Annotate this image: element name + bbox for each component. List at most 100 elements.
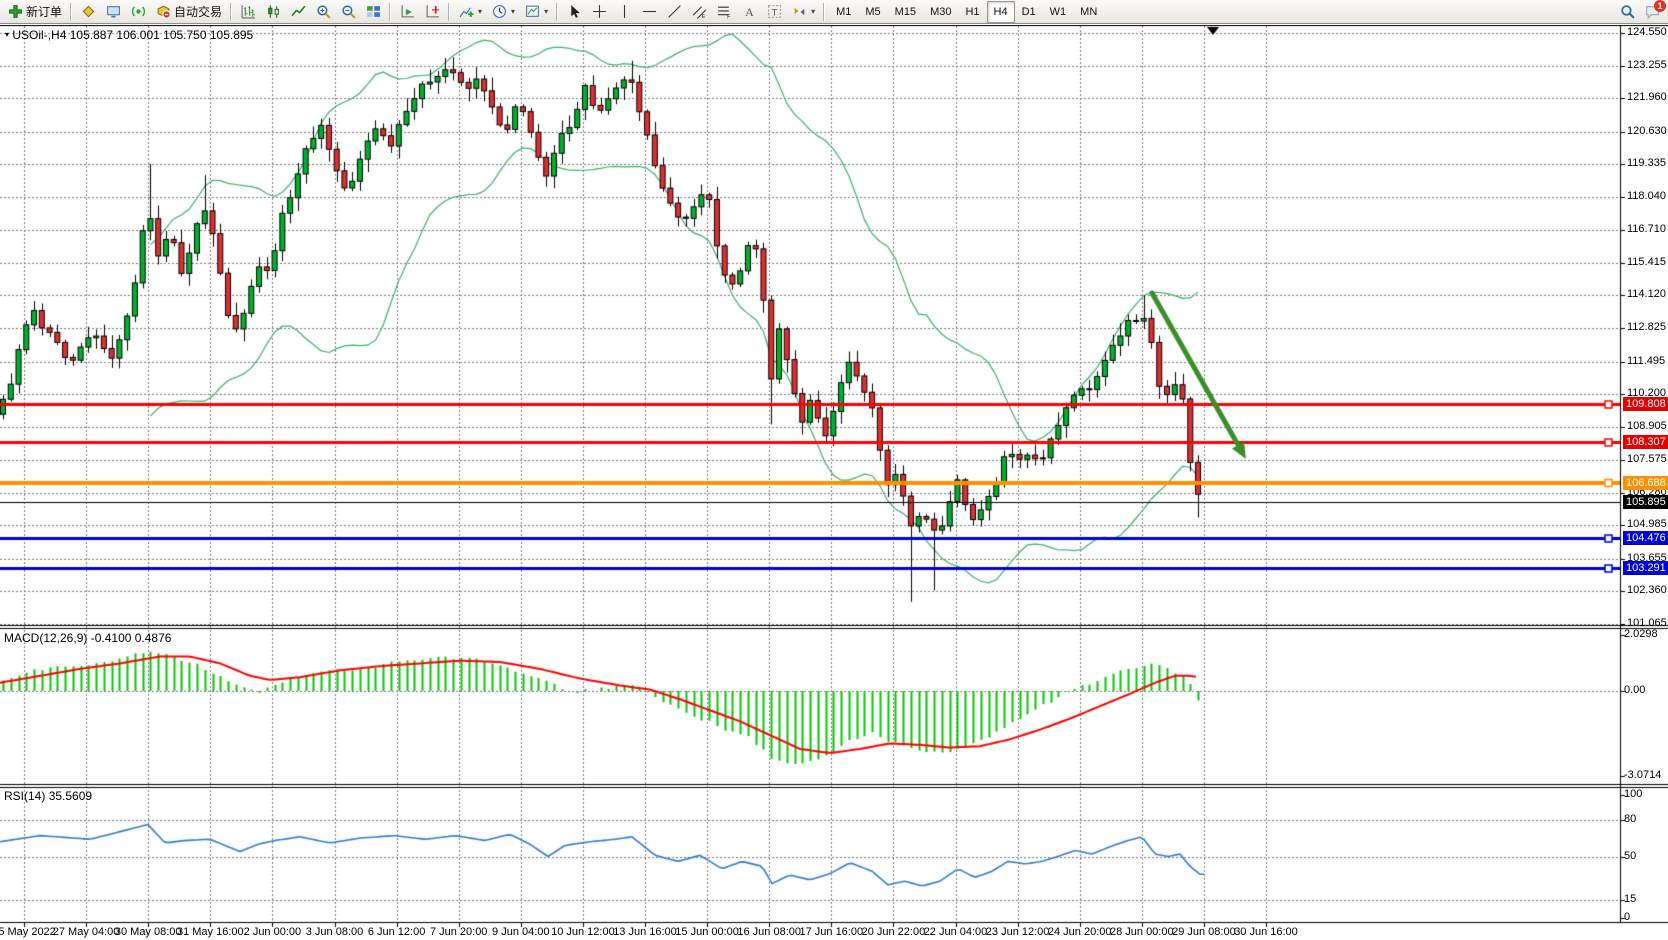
price-line-tag[interactable]: 105.895 bbox=[1623, 495, 1668, 509]
tf-h4-label: H4 bbox=[994, 6, 1008, 18]
rsi-axis-label: 50 bbox=[1624, 850, 1636, 862]
horizontal-line-button[interactable] bbox=[637, 1, 662, 23]
tile-windows-button[interactable] bbox=[361, 1, 386, 23]
tf-m15[interactable]: M15 bbox=[888, 1, 923, 23]
templates-button[interactable]: ▾ bbox=[520, 1, 553, 23]
price-axis-label: 115.415 bbox=[1627, 256, 1666, 268]
date-axis-label: 25 May 2022 bbox=[0, 926, 56, 938]
chart-area: ▾ USOil-,H4 105.887 106.001 105.750 105.… bbox=[0, 25, 1668, 940]
tf-m15-label: M15 bbox=[895, 6, 916, 18]
main-toolbar: 新订单 自动交易 ▾ ▾ ▾ EFAT ▾ M1 M5 M15 M30 H1 H4 D1W1MN 1 bbox=[0, 0, 1668, 24]
chartshift-icon bbox=[425, 4, 440, 19]
text-button[interactable]: A bbox=[737, 1, 762, 23]
auto-scroll-button[interactable] bbox=[395, 1, 420, 23]
date-axis-label: 30 May 08:00 bbox=[115, 926, 182, 938]
price-line-tag[interactable]: 109.808 bbox=[1623, 397, 1668, 411]
linechart-icon bbox=[291, 4, 306, 19]
tf-m1-label: M1 bbox=[836, 6, 851, 18]
date-axis-label: 20 Jun 22:00 bbox=[862, 926, 926, 938]
rsi-value: 35.5609 bbox=[49, 789, 92, 803]
tf-mn[interactable]: MN bbox=[1073, 1, 1104, 23]
chat-icon: 1 bbox=[1645, 4, 1660, 19]
search-button[interactable] bbox=[1615, 1, 1640, 23]
price-line-tag[interactable]: 108.307 bbox=[1623, 435, 1668, 449]
toolbar-separator bbox=[554, 3, 561, 21]
date-axis-label: 9 Jun 04:00 bbox=[492, 926, 550, 938]
zoom-out-button[interactable] bbox=[336, 1, 361, 23]
textT-icon: T bbox=[767, 4, 782, 19]
crosshair-button[interactable] bbox=[587, 1, 612, 23]
chart-shift-button[interactable] bbox=[420, 1, 445, 23]
chart-yellow-icon bbox=[81, 4, 96, 19]
indplus-icon bbox=[459, 4, 474, 19]
date-axis-label: 7 Jun 20:00 bbox=[430, 926, 488, 938]
cursor-button[interactable] bbox=[562, 1, 587, 23]
arrows-button[interactable]: ▾ bbox=[787, 1, 820, 23]
signal-icon bbox=[131, 4, 146, 19]
toolbar-group: 自动交易 bbox=[76, 1, 227, 23]
tf-d1[interactable]: D1 bbox=[1015, 1, 1043, 23]
price-line-tag[interactable]: 106.688 bbox=[1623, 476, 1668, 490]
macd-axis-label: 2.0298 bbox=[1624, 628, 1658, 640]
macd-indicator-label: MACD(12,26,9) -0.4100 0.4876 bbox=[4, 631, 171, 645]
tf-m1[interactable]: M1 bbox=[829, 1, 858, 23]
chart-symbol-period: USOil-,H4 bbox=[12, 28, 66, 42]
tf-w1[interactable]: W1 bbox=[1043, 1, 1074, 23]
text-label-button[interactable]: T bbox=[762, 1, 787, 23]
date-axis-label: 13 Jun 16:00 bbox=[613, 926, 677, 938]
chart-ohlc-readout: 105.887 106.001 105.750 105.895 bbox=[70, 28, 254, 42]
fibonacci-button[interactable]: F bbox=[712, 1, 737, 23]
macd-axis-label: -3.0714 bbox=[1624, 769, 1661, 781]
indicators-button[interactable]: ▾ bbox=[454, 1, 487, 23]
monitor-icon bbox=[106, 4, 121, 19]
price-axis-label: 108.905 bbox=[1627, 420, 1667, 432]
rsi-axis-label: 0 bbox=[1624, 911, 1630, 923]
profiles-button[interactable] bbox=[101, 1, 126, 23]
svg-text:T: T bbox=[772, 7, 778, 18]
tf-m5-label: M5 bbox=[865, 6, 880, 18]
chevron-down-icon[interactable]: ▾ bbox=[478, 7, 482, 16]
chevron-down-icon[interactable]: ▾ bbox=[511, 7, 515, 16]
new-chart-button[interactable] bbox=[76, 1, 101, 23]
vertical-line-button[interactable] bbox=[612, 1, 637, 23]
rsi-axis-label: 80 bbox=[1624, 813, 1636, 825]
new-order-button[interactable]: 新订单 bbox=[3, 1, 67, 23]
price-chart-canvas[interactable] bbox=[0, 25, 1668, 940]
notification-badge: 1 bbox=[1654, 0, 1666, 12]
tf-m30[interactable]: M30 bbox=[923, 1, 958, 23]
date-axis-label: 31 May 16:00 bbox=[177, 926, 244, 938]
chart-menu-icon[interactable]: ▾ bbox=[5, 30, 9, 39]
macd-axis-label: 0.00 bbox=[1624, 684, 1645, 696]
zoom-in-button[interactable] bbox=[311, 1, 336, 23]
price-line-tag[interactable]: 104.476 bbox=[1623, 531, 1668, 545]
line-chart-button[interactable] bbox=[286, 1, 311, 23]
price-line-tag[interactable]: 103.291 bbox=[1623, 561, 1668, 575]
price-axis-label: 118.040 bbox=[1627, 190, 1666, 202]
signals-button[interactable] bbox=[126, 1, 151, 23]
chevron-down-icon[interactable]: ▾ bbox=[544, 7, 548, 16]
date-axis-label: 10 Jun 12:00 bbox=[551, 926, 615, 938]
candlestick-chart-button[interactable] bbox=[261, 1, 286, 23]
hline-icon bbox=[642, 4, 657, 19]
trendline-button[interactable] bbox=[662, 1, 687, 23]
chevron-down-icon[interactable]: ▾ bbox=[811, 7, 815, 16]
date-axis-label: 3 Jun 08:00 bbox=[306, 926, 364, 938]
toolbar-separator bbox=[821, 3, 828, 21]
date-axis-label: 22 Jun 04:00 bbox=[924, 926, 988, 938]
new-order-button-label: 新订单 bbox=[26, 3, 62, 20]
tf-m30-label: M30 bbox=[930, 6, 951, 18]
periods-button[interactable]: ▾ bbox=[487, 1, 520, 23]
tf-h1[interactable]: H1 bbox=[958, 1, 986, 23]
date-axis-label: 16 Jun 08:00 bbox=[737, 926, 801, 938]
equidistant-channel-button[interactable]: E bbox=[687, 1, 712, 23]
price-axis-label: 124.550 bbox=[1627, 26, 1667, 38]
price-axis-label: 111.495 bbox=[1627, 355, 1665, 367]
tf-m5[interactable]: M5 bbox=[858, 1, 887, 23]
channel-icon: E bbox=[692, 4, 707, 19]
tf-h1-label: H1 bbox=[965, 6, 979, 18]
bar-chart-button[interactable] bbox=[236, 1, 261, 23]
template-icon bbox=[525, 4, 540, 19]
tf-h4[interactable]: H4 bbox=[987, 1, 1015, 23]
notifications-button[interactable]: 1 bbox=[1640, 1, 1665, 23]
algo-trading-button[interactable]: 自动交易 bbox=[151, 1, 227, 23]
